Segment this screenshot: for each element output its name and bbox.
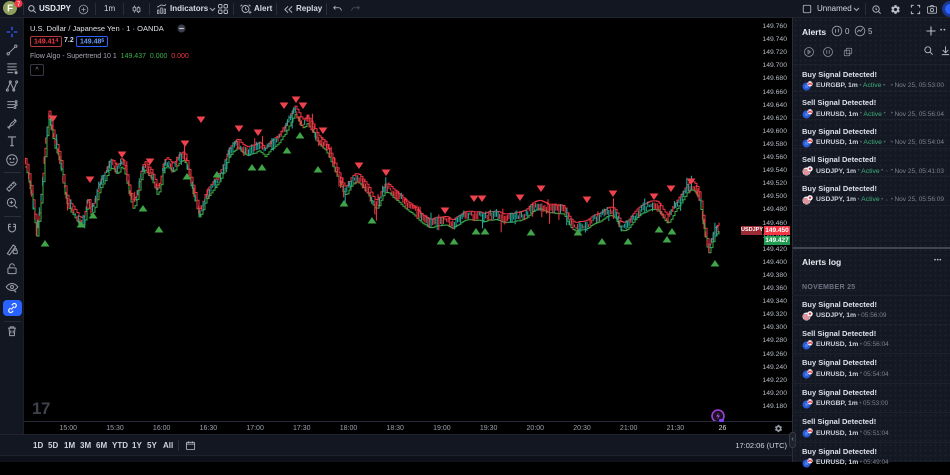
svg-text:5: 5 (868, 27, 873, 36)
svg-text:0: 0 (845, 27, 850, 36)
svg-text:F: F (7, 4, 13, 15)
